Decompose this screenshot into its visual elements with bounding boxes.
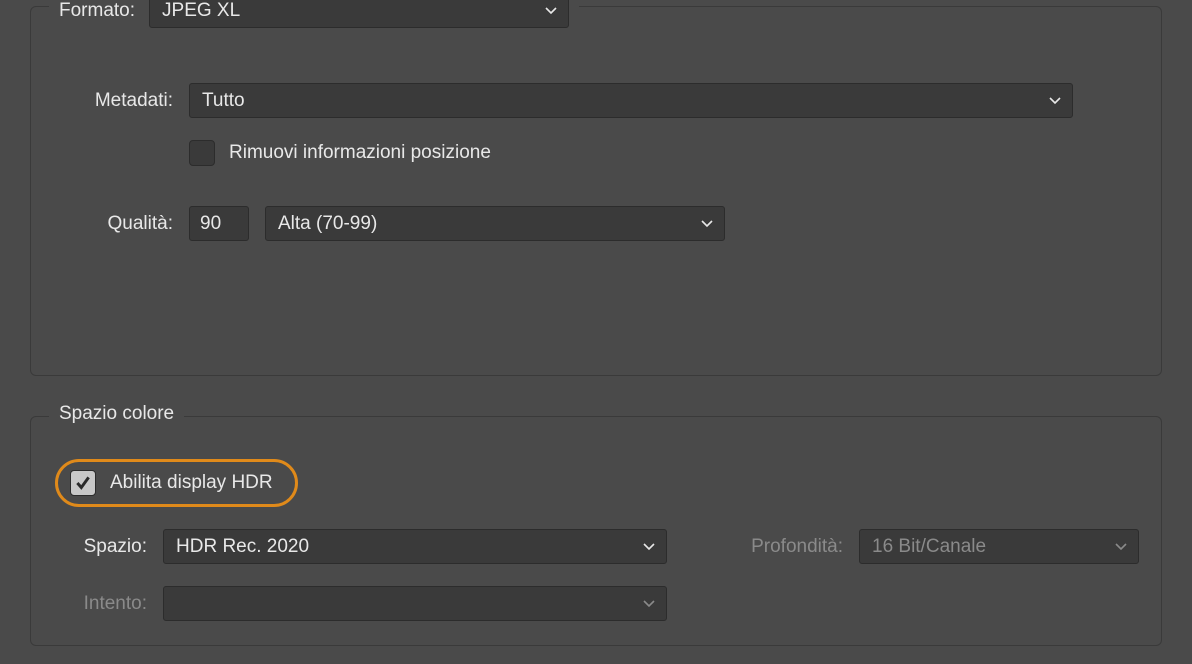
remove-position-checkbox-row[interactable]: Rimuovi informazioni posizione (189, 140, 491, 166)
quality-preset-value: Alta (70-99) (278, 213, 377, 235)
intent-label: Intento: (61, 593, 147, 615)
metadata-dropdown[interactable]: Tutto (189, 83, 1073, 118)
format-dropdown-value: JPEG XL (162, 0, 240, 22)
format-legend: Formato: JPEG XL (49, 0, 579, 28)
quality-preset-dropdown[interactable]: Alta (70-99) (265, 206, 725, 241)
quality-input[interactable]: 90 (189, 206, 249, 241)
format-dropdown[interactable]: JPEG XL (149, 0, 569, 28)
chevron-down-icon (544, 6, 558, 16)
quality-input-value: 90 (200, 213, 221, 235)
format-legend-label: Formato: (59, 0, 135, 22)
space-dropdown[interactable]: HDR Rec. 2020 (163, 529, 667, 564)
color-space-fieldset: Spazio colore Abilita display HDR Spazio… (30, 416, 1162, 646)
remove-position-row: Rimuovi informazioni posizione (189, 140, 1141, 166)
color-space-legend-label: Spazio colore (59, 403, 174, 425)
chevron-down-icon (700, 219, 714, 229)
metadata-dropdown-value: Tutto (202, 90, 245, 112)
color-space-legend: Spazio colore (49, 403, 184, 425)
enable-hdr-checkbox-row[interactable]: Abilita display HDR (70, 470, 273, 496)
depth-dropdown[interactable]: 16 Bit/Canale (859, 529, 1139, 564)
remove-position-label: Rimuovi informazioni posizione (229, 142, 491, 164)
metadata-row: Metadati: Tutto (61, 83, 1141, 118)
chevron-down-icon (642, 599, 656, 609)
enable-hdr-highlight: Abilita display HDR (55, 459, 298, 507)
space-depth-row: Spazio: HDR Rec. 2020 Profondità: 16 Bit… (61, 529, 1141, 564)
depth-dropdown-value: 16 Bit/Canale (872, 536, 986, 558)
enable-hdr-label: Abilita display HDR (110, 472, 273, 494)
enable-hdr-checkbox[interactable] (70, 470, 96, 496)
chevron-down-icon (642, 542, 656, 552)
quality-label: Qualità: (61, 213, 173, 235)
space-dropdown-value: HDR Rec. 2020 (176, 536, 309, 558)
space-label: Spazio: (61, 536, 147, 558)
depth-label: Profondità: (703, 536, 843, 558)
quality-row: Qualità: 90 Alta (70-99) (61, 206, 1141, 241)
metadata-label: Metadati: (61, 90, 173, 112)
format-fieldset: Formato: JPEG XL Metadati: Tutto Rimuovi… (30, 6, 1162, 376)
chevron-down-icon (1048, 96, 1062, 106)
chevron-down-icon (1114, 542, 1128, 552)
intent-row: Intento: (61, 586, 1141, 621)
intent-dropdown[interactable] (163, 586, 667, 621)
remove-position-checkbox[interactable] (189, 140, 215, 166)
